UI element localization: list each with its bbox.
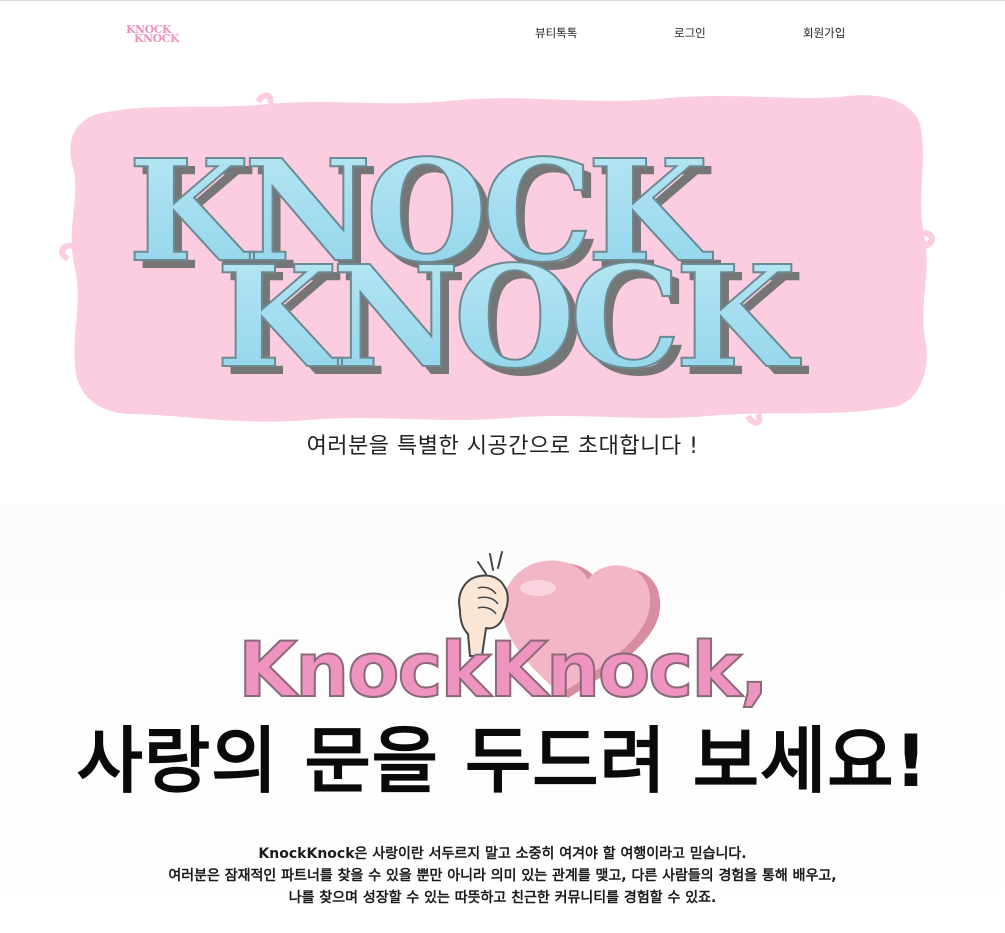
nav-login[interactable]: 로그인 [674, 25, 706, 41]
description-line: KnockKnock은 사랑이란 서두르지 말고 소중히 여겨야 할 여행이라고… [258, 846, 747, 862]
heart-highlight [520, 580, 556, 596]
nav-signup[interactable]: 회원가입 [803, 25, 845, 41]
intro-description: KnockKnock은 사랑이란 서두르지 말고 소중히 여겨야 할 여행이라고… [0, 843, 1005, 909]
main-heading: 사랑의 문을 두드려 보세요! [76, 719, 929, 803]
logo-text-bottom: KNOCK [134, 32, 180, 45]
knock-motion-lines [477, 551, 503, 575]
hero-title-line2: KNOCK [216, 236, 801, 400]
site-header: KNOCK KNOCK 뷰티톡톡 로그인 회원가입 [0, 0, 1005, 66]
site-logo[interactable]: KNOCK KNOCK [126, 23, 190, 45]
nav-beauty-talk[interactable]: 뷰티톡톡 [535, 25, 577, 41]
description-line: 나를 찾으며 성장할 수 있는 따뜻하고 친근한 커뮤니티를 경험할 수 있죠. [288, 890, 717, 906]
description-line: 여러분은 잠재적인 파트너를 찾을 수 있을 뿐만 아니라 의미 있는 관계를 … [168, 868, 837, 884]
hero-tagline: 여러분을 특별한 시공간으로 초대합니다 ! [306, 434, 699, 459]
hero-banner: KNOCK KNOCK KNOCK KNOCK [58, 84, 938, 426]
brand-heading: KnockKnock, [237, 625, 769, 714]
